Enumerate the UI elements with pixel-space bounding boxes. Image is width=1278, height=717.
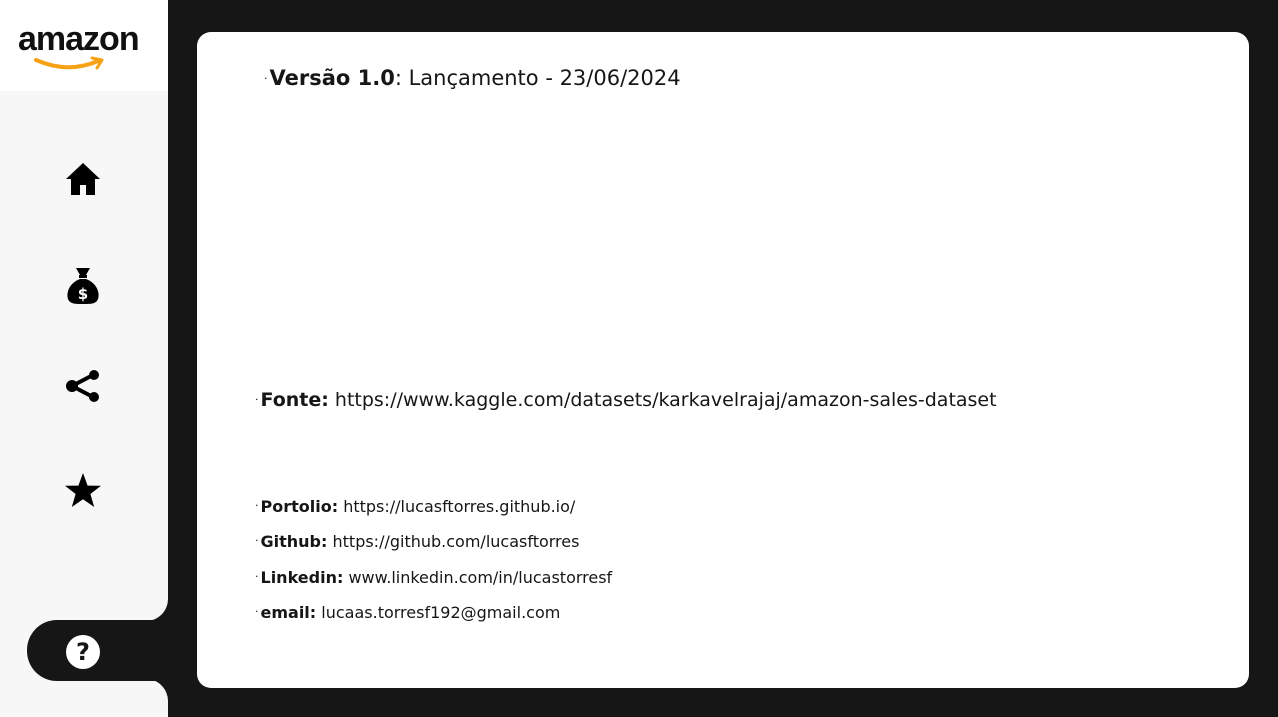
money-bag-icon: $: [67, 268, 99, 304]
linkedin-label: Linkedin:: [260, 568, 344, 587]
portfolio-label: Portolio:: [260, 497, 339, 516]
linkedin-link[interactable]: www.linkedin.com/in/lucastorresf: [348, 568, 612, 587]
source-link[interactable]: https://www.kaggle.com/datasets/karkavel…: [335, 389, 997, 411]
github-line: · Github: https://github.com/lucasftorres: [255, 532, 579, 551]
email-label: email:: [260, 603, 317, 622]
bullet: ·: [255, 605, 259, 618]
version-label: Versão 1.0: [269, 66, 395, 90]
nav-sales-button[interactable]: $: [59, 262, 107, 310]
version-line: ·Versão 1.0: Lançamento - 23/06/2024: [264, 66, 681, 90]
nav-share-button[interactable]: [59, 362, 107, 410]
question-icon[interactable]: ?: [66, 635, 100, 669]
star-icon: [65, 473, 101, 507]
version-text: : Lançamento - 23/06/2024: [394, 66, 681, 90]
share-icon: [66, 370, 99, 402]
linkedin-line: · Linkedin: www.linkedin.com/in/lucastorr…: [255, 568, 612, 587]
bullet: ·: [255, 534, 259, 547]
portfolio-link[interactable]: https://lucasftorres.github.io/: [343, 497, 575, 516]
portfolio-line: · Portolio: https://lucasftorres.github.i…: [255, 497, 575, 516]
bullet: ·: [255, 393, 259, 406]
help-tab-corner-top: [120, 576, 168, 621]
source-label: Fonte:: [260, 389, 329, 411]
logo-area: amazon: [0, 0, 168, 91]
email-line: · email: lucaas.torresf192@gmail.com: [255, 603, 560, 622]
github-link[interactable]: https://github.com/lucasftorres: [333, 532, 580, 551]
svg-text:$: $: [78, 285, 88, 303]
bullet: ·: [255, 499, 259, 512]
bullet: ·: [264, 72, 268, 85]
source-line: · Fonte: https://www.kaggle.com/datasets/…: [255, 389, 997, 411]
email-link[interactable]: lucaas.torresf192@gmail.com: [321, 603, 560, 622]
amazon-logo: amazon: [18, 20, 140, 58]
help-tab-corner-bottom: [120, 679, 168, 717]
bullet: ·: [255, 570, 259, 583]
github-label: Github:: [260, 532, 328, 551]
home-icon: [66, 163, 100, 195]
nav-home-button[interactable]: [59, 155, 107, 203]
info-card: ·Versão 1.0: Lançamento - 23/06/2024 · Fo…: [197, 32, 1249, 688]
nav-favorites-button[interactable]: [59, 466, 107, 514]
help-tab: [27, 620, 187, 681]
amazon-smile-icon: [34, 56, 104, 70]
